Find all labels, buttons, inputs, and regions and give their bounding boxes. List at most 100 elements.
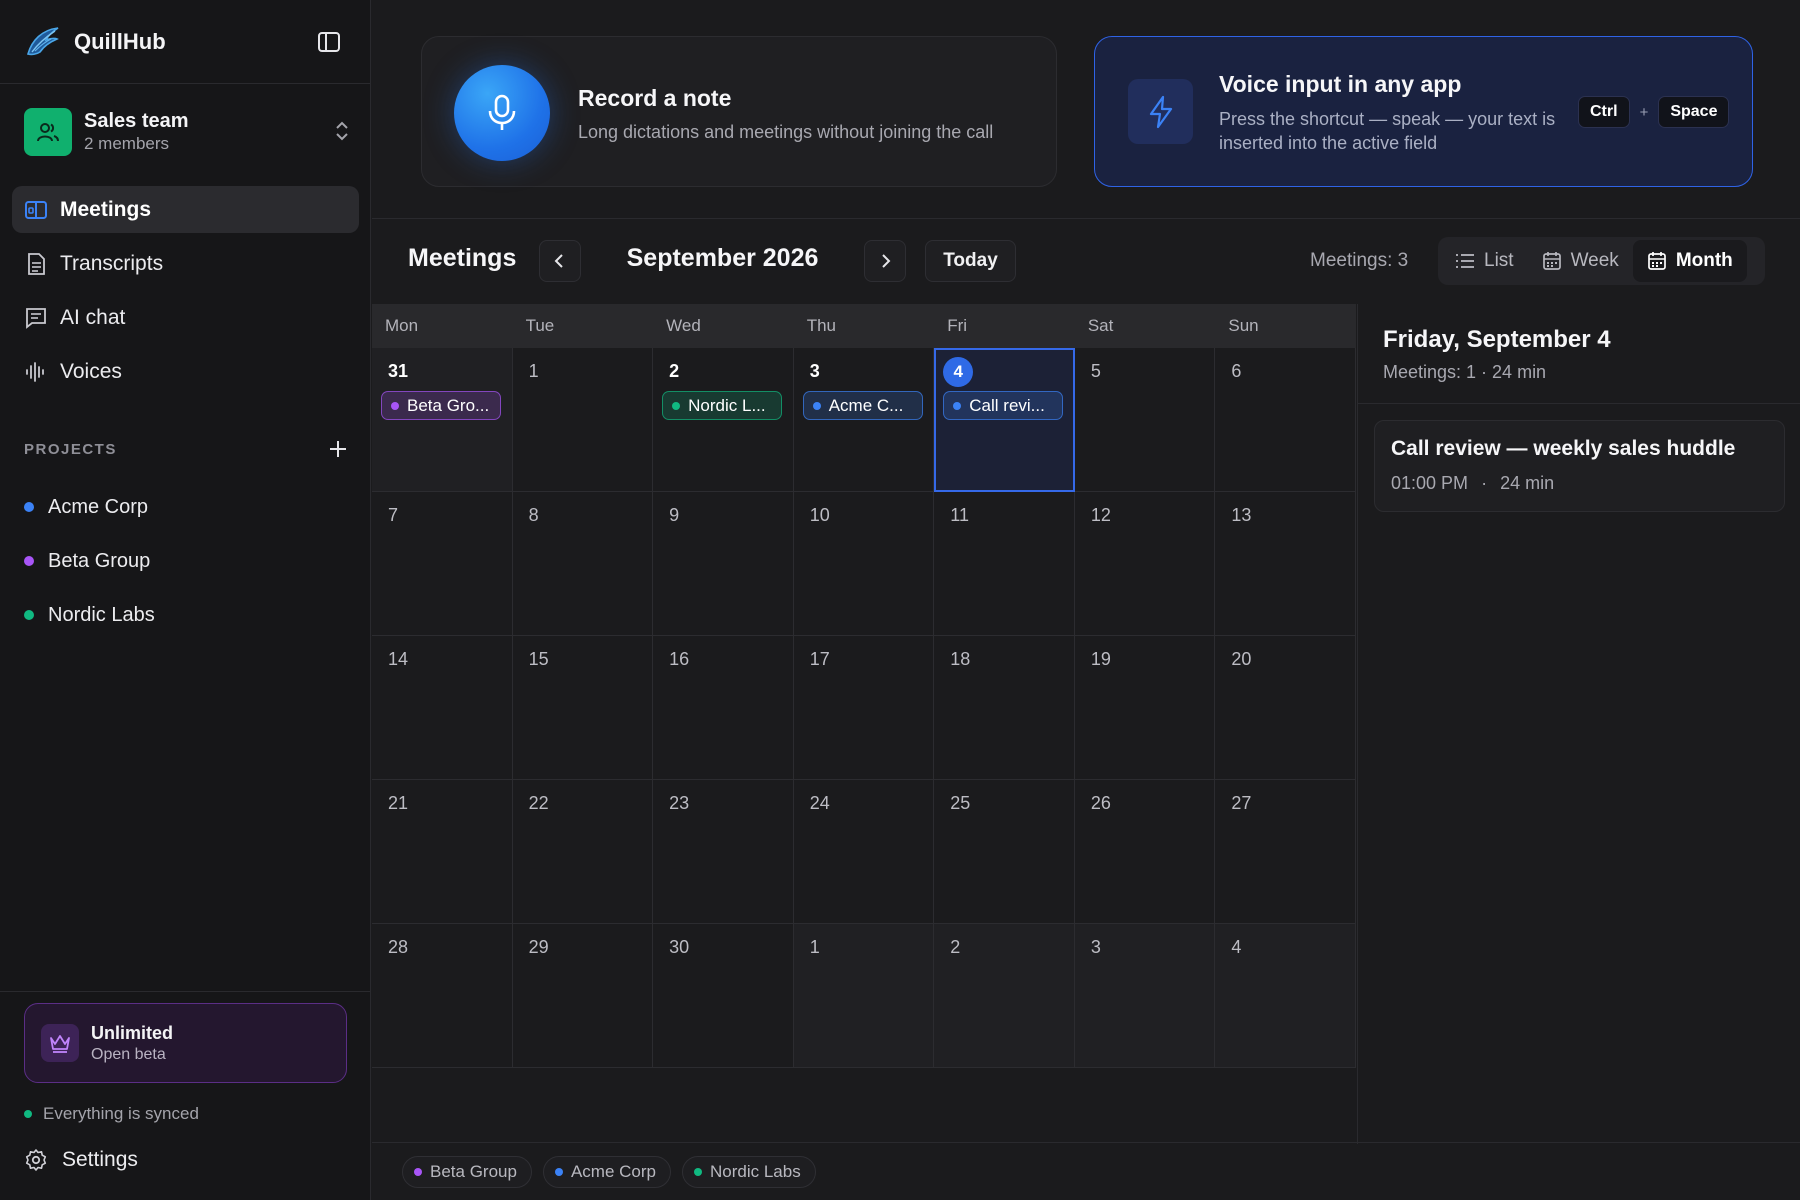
calendar-day[interactable]: 17 — [793, 636, 935, 780]
calendar-day[interactable]: 14 — [372, 636, 513, 780]
meeting-title: Call review — weekly sales huddle — [1391, 437, 1736, 460]
calendar-day[interactable]: 25 — [934, 780, 1075, 924]
calendar-day[interactable]: 1 — [512, 348, 654, 492]
event-color-dot — [812, 401, 821, 410]
calendar-day[interactable]: 16 — [653, 636, 794, 780]
calendar-day[interactable]: 27 — [1215, 780, 1356, 924]
day-number: 18 — [950, 649, 971, 669]
nav-label: AI chat — [60, 305, 126, 329]
add-project-button[interactable] — [326, 437, 350, 461]
calendar-day[interactable]: 2 Nordic L... — [653, 348, 794, 492]
settings-label: Settings — [62, 1148, 138, 1171]
day-number: 23 — [669, 793, 690, 813]
day-number: 20 — [1231, 649, 1252, 669]
calendar-day[interactable]: 22 — [512, 780, 654, 924]
day-number: 9 — [669, 505, 680, 525]
voices-icon — [24, 360, 48, 384]
divider — [1357, 304, 1358, 1144]
month-calendar-icon — [1647, 252, 1666, 270]
legend-label: Nordic Labs — [709, 1162, 801, 1181]
legend-item-beta-group[interactable]: Beta Group — [402, 1156, 532, 1188]
calendar-day[interactable]: 30 — [653, 924, 794, 1068]
selected-day-title: Friday, September 4 — [1383, 326, 1611, 353]
calendar-day[interactable]: 4 — [1215, 924, 1356, 1068]
event-chip[interactable]: Acme C... — [802, 391, 923, 420]
brand[interactable]: QuillHub — [22, 22, 166, 62]
calendar-day[interactable]: 5 — [1074, 348, 1216, 492]
day-number: 14 — [388, 649, 409, 669]
nav-item-ai-chat[interactable]: AI chat — [12, 294, 359, 341]
transcripts-icon — [24, 252, 48, 276]
today-button[interactable]: Today — [925, 240, 1016, 282]
calendar-day[interactable]: 31 Beta Gro... — [372, 348, 513, 492]
plan-title: Unlimited — [91, 1023, 174, 1043]
day-number: 6 — [1231, 361, 1242, 381]
next-month-button[interactable] — [864, 240, 906, 282]
view-week-button[interactable]: Week — [1528, 240, 1633, 282]
calendar-day[interactable]: 12 — [1074, 492, 1216, 636]
nav-item-transcripts[interactable]: Transcripts — [12, 240, 359, 287]
day-number: 2 — [669, 361, 680, 381]
calendar-day[interactable]: 28 — [372, 924, 513, 1068]
day-number: 3 — [1090, 937, 1101, 957]
calendar-day-selected[interactable]: 4 Call revi... — [934, 348, 1075, 492]
calendar-day[interactable]: 23 — [653, 780, 794, 924]
app-name: QuillHub — [74, 29, 166, 54]
calendar-day[interactable]: 29 — [512, 924, 654, 1068]
day-number: 27 — [1231, 793, 1252, 813]
record-button[interactable] — [454, 65, 550, 161]
calendar-day[interactable]: 13 — [1215, 492, 1356, 636]
project-item-beta-group[interactable]: Beta Group — [24, 534, 350, 588]
legend-item-nordic-labs[interactable]: Nordic Labs — [681, 1156, 816, 1188]
event-label: Acme C... — [828, 395, 904, 415]
view-list-button[interactable]: List — [1441, 240, 1528, 282]
weekday-label: Fri — [947, 316, 968, 335]
event-chip[interactable]: Nordic L... — [662, 391, 783, 420]
record-note-card[interactable]: Record a note Long dictations and meetin… — [421, 36, 1057, 187]
nav-item-voices[interactable]: Voices — [12, 348, 359, 395]
calendar-day[interactable]: 15 — [512, 636, 654, 780]
calendar-day[interactable]: 11 — [934, 492, 1075, 636]
collapse-sidebar-button[interactable] — [314, 28, 344, 56]
prev-month-button[interactable] — [539, 240, 581, 282]
view-month-button[interactable]: Month — [1632, 240, 1747, 282]
team-switcher[interactable]: Sales team 2 members — [24, 107, 350, 157]
calendar-day[interactable]: 10 — [793, 492, 935, 636]
projects-title: PROJECTS — [24, 440, 117, 458]
month-grid: 31 Beta Gro... 1 2 Nordic L... 3 Acme C... 4 Cal… — [372, 348, 1356, 1068]
event-chip[interactable]: Beta Gro... — [381, 391, 501, 420]
calendar-day[interactable]: 20 — [1215, 636, 1356, 780]
calendar-day[interactable]: 2 — [934, 924, 1075, 1068]
calendar-day[interactable]: 6 — [1215, 348, 1356, 492]
calendar-day[interactable]: 19 — [1074, 636, 1216, 780]
gear-icon — [25, 1149, 47, 1171]
legend-label: Acme Corp — [570, 1162, 656, 1181]
day-number: 3 — [809, 361, 820, 381]
nav-item-meetings[interactable]: Meetings — [12, 186, 359, 233]
project-item-nordic-labs[interactable]: Nordic Labs — [24, 588, 350, 642]
calendar-day[interactable]: 24 — [793, 780, 935, 924]
meeting-card[interactable]: Call review — weekly sales huddle 01:00 … — [1374, 420, 1785, 512]
event-chip[interactable]: Call revi... — [943, 391, 1064, 420]
day-number: 29 — [528, 937, 549, 957]
day-number: 28 — [388, 937, 409, 957]
calendar-day[interactable]: 21 — [372, 780, 513, 924]
settings-button[interactable]: Settings — [24, 1148, 138, 1172]
calendar-day[interactable]: 1 — [793, 924, 935, 1068]
calendar-day[interactable]: 26 — [1074, 780, 1216, 924]
calendar-day[interactable]: 9 — [653, 492, 794, 636]
plan-card[interactable]: Unlimited Open beta — [24, 1003, 347, 1083]
weekday-label: Tue — [525, 316, 555, 335]
list-icon — [1456, 254, 1474, 268]
calendar-day[interactable]: 8 — [512, 492, 654, 636]
plus-icon — [330, 441, 346, 457]
project-color-dot — [24, 556, 34, 566]
project-item-acme-corp[interactable]: Acme Corp — [24, 480, 350, 534]
event-label: Call revi... — [969, 395, 1045, 415]
today-date-badge: 4 — [943, 357, 974, 387]
calendar-day[interactable]: 18 — [934, 636, 1075, 780]
calendar-day[interactable]: 7 — [372, 492, 513, 636]
legend-item-acme-corp[interactable]: Acme Corp — [542, 1156, 671, 1188]
calendar-day[interactable]: 3 — [1074, 924, 1216, 1068]
calendar-day[interactable]: 3 Acme C... — [793, 348, 935, 492]
